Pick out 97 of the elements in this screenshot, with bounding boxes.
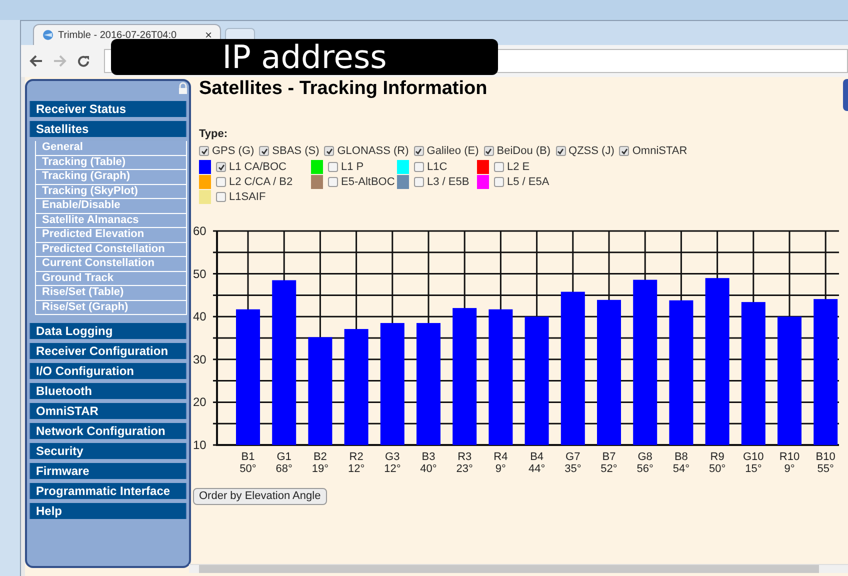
back-icon[interactable] <box>29 55 43 67</box>
elevation-label: 54° <box>672 462 690 474</box>
menu-item[interactable]: Satellites <box>29 121 187 137</box>
axis-label: 30 <box>193 352 206 366</box>
satellite-label: B1 <box>241 450 255 462</box>
satellite-label: B7 <box>602 450 616 462</box>
satellite-label: G3 <box>385 450 400 462</box>
elevation-label: 12° <box>348 462 365 474</box>
checkbox[interactable] <box>414 146 424 156</box>
checkbox-label: L1 P <box>341 160 364 175</box>
axis-label: 10 <box>193 438 206 452</box>
checkbox-label: QZSS (J) <box>568 144 614 159</box>
satellite-label: R3 <box>458 450 472 462</box>
checkbox[interactable] <box>216 162 226 172</box>
forward-icon[interactable] <box>53 55 67 67</box>
lock-icon[interactable] <box>178 82 188 94</box>
checkbox[interactable] <box>328 162 338 172</box>
reload-icon[interactable] <box>77 54 90 68</box>
elevation-label: 9° <box>784 462 795 474</box>
new-tab-button[interactable] <box>225 28 255 39</box>
menu-item[interactable]: Firmware <box>29 463 187 479</box>
satellite-label: G7 <box>566 450 580 462</box>
elevation-label: 50° <box>708 462 726 474</box>
menu-item[interactable]: I/O Configuration <box>29 363 187 379</box>
checkbox-label: GLONASS (R) <box>337 144 409 159</box>
checkbox[interactable] <box>216 177 226 187</box>
elevation-label: 44° <box>528 462 546 474</box>
checkbox-label: L2 C/CA / B2 <box>229 174 293 190</box>
elevation-label: 52° <box>600 462 618 474</box>
menu-item[interactable]: Network Configuration <box>29 423 187 439</box>
checkbox[interactable] <box>494 177 504 187</box>
checkbox[interactable] <box>556 146 566 156</box>
horizontal-scrollbar[interactable] <box>189 564 848 573</box>
checkbox[interactable] <box>199 146 209 156</box>
close-icon[interactable]: × <box>204 29 212 41</box>
checkbox-label: L5 / E5A <box>507 174 550 190</box>
axis-label: 60 <box>193 224 206 238</box>
checkbox[interactable] <box>259 146 270 156</box>
axis-label: 20 <box>193 394 206 409</box>
checkbox[interactable] <box>414 177 424 187</box>
checkbox-label: SBAS (S) <box>272 144 320 159</box>
checkbox-label: E5-AltBOC <box>341 174 395 190</box>
checkbox-label: OmniSTAR <box>632 144 688 159</box>
menu-item[interactable]: OmniSTAR <box>29 403 187 419</box>
axis-label: 40 <box>193 309 206 324</box>
checkbox[interactable] <box>494 162 504 172</box>
checkbox-label: L2 E <box>507 160 530 175</box>
elevation-label: 68° <box>276 462 292 474</box>
satellite-label: B8 <box>674 450 688 462</box>
checkbox-label: L1 CA/BOC <box>229 160 286 175</box>
redaction-label: IP address <box>111 39 498 75</box>
satellite-label: B3 <box>422 450 436 462</box>
elevation-label: 23° <box>456 462 473 474</box>
checkbox[interactable] <box>484 146 494 156</box>
menu-item[interactable]: Security <box>29 443 187 459</box>
satellite-label: R9 <box>710 450 724 462</box>
menu-item[interactable]: Bluetooth <box>29 383 187 399</box>
elevation-label: 55° <box>817 462 834 474</box>
side-tab[interactable] <box>843 79 848 111</box>
menu-item[interactable]: Receiver Configuration <box>29 343 187 359</box>
checkbox-label: GPS (G) <box>212 144 254 159</box>
satellite-label: B2 <box>313 450 327 462</box>
checkbox[interactable] <box>328 177 338 187</box>
checkbox[interactable] <box>619 146 630 156</box>
elevation-label: 56° <box>636 462 654 474</box>
axis-label: 50 <box>193 266 206 280</box>
type-label: Type: <box>199 127 228 142</box>
satellite-label: R4 <box>494 450 508 462</box>
order-button[interactable]: Order by Elevation Angle <box>193 488 327 504</box>
elevation-label: 9° <box>495 462 506 474</box>
app-icon <box>42 29 54 41</box>
elevation-label: 19° <box>312 462 329 474</box>
menu-item[interactable]: Data Logging <box>29 323 187 339</box>
menu-item[interactable]: Programmatic Interface <box>29 483 187 499</box>
checkbox[interactable] <box>324 146 334 156</box>
elevation-label: 35° <box>564 462 582 474</box>
elevation-label: 15° <box>745 462 762 474</box>
satellite-label: B4 <box>530 450 544 462</box>
checkbox[interactable] <box>216 192 226 202</box>
checkbox[interactable] <box>414 162 424 172</box>
menu-item[interactable]: Help <box>29 503 187 519</box>
elevation-label: 40° <box>420 462 437 474</box>
elevation-label: 50° <box>240 462 256 474</box>
menu-item[interactable]: Receiver Status <box>29 101 187 117</box>
checkbox-label: BeiDou (B) <box>496 144 551 159</box>
satellite-label: B10 <box>816 450 836 462</box>
checkbox-label: L1SAIF <box>229 190 266 205</box>
satellite-label: G10 <box>743 450 764 462</box>
checkbox-label: Galileo (E) <box>426 144 479 159</box>
checkbox-label: L3 / E5B <box>427 174 470 190</box>
satellite-label: R10 <box>779 450 800 462</box>
checkbox-label: L1C <box>427 160 448 175</box>
elevation-label: 12° <box>384 462 401 474</box>
page-title: Satellites - Tracking Information <box>199 78 488 100</box>
satellite-label: R2 <box>349 450 364 462</box>
satellite-label: G8 <box>638 450 652 462</box>
satellite-label: G1 <box>276 450 292 462</box>
